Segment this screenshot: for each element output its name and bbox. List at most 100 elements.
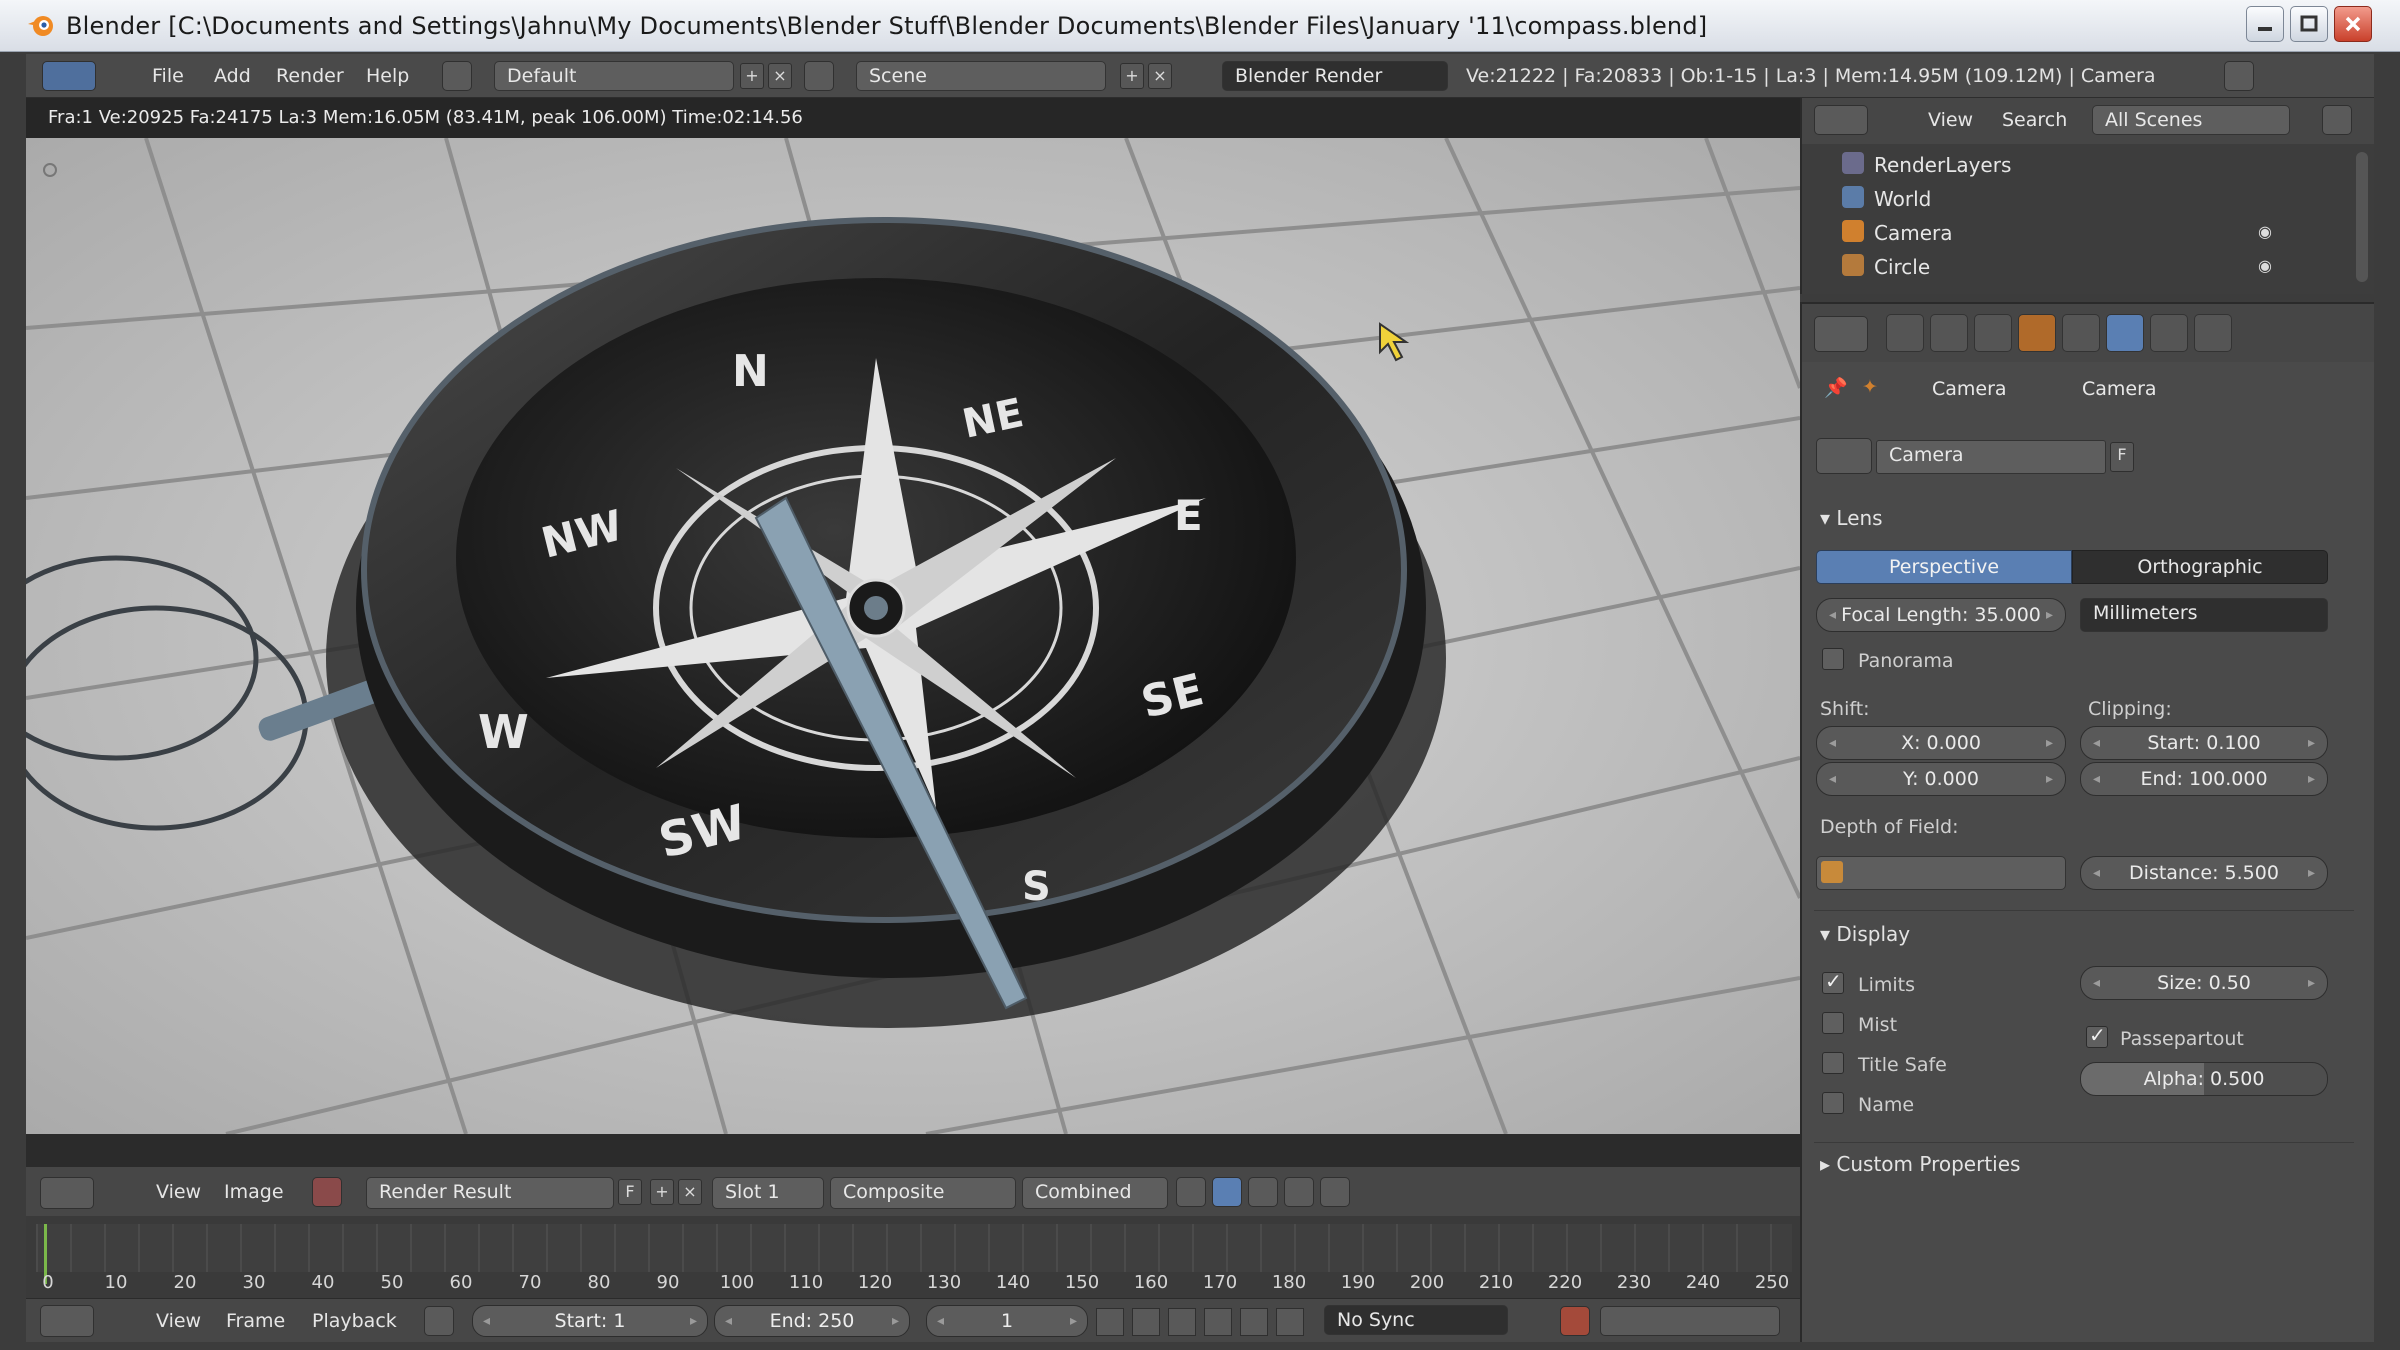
physics-tab-icon[interactable] [2194, 314, 2232, 352]
render-engine-select[interactable]: Blender Render [1222, 61, 1448, 91]
outliner-scrollbar[interactable] [2356, 152, 2368, 282]
texture-tab-icon[interactable] [2150, 314, 2188, 352]
clip-start-field[interactable]: ◂ Start: 0.100 ▸ [2080, 726, 2328, 760]
image-name-field[interactable]: Render Result [366, 1177, 614, 1209]
remove-screen-button[interactable]: × [768, 63, 792, 89]
menu-frame[interactable]: Frame [226, 1310, 285, 1332]
close-button[interactable] [2334, 6, 2372, 42]
jump-start-button[interactable] [1096, 1308, 1124, 1336]
outliner-display-mode-select[interactable]: All Scenes [2092, 105, 2290, 135]
editor-type-timeline-icon[interactable] [40, 1305, 94, 1337]
menu-view[interactable]: View [156, 1310, 201, 1332]
menu-view[interactable]: View [1928, 109, 1973, 131]
camera-fake-user-button[interactable]: F [2110, 442, 2134, 472]
keying-set-field[interactable] [1600, 1306, 1780, 1336]
focal-length-label: Focal Length: 35.000 [1841, 604, 2041, 626]
screen-layout-select[interactable]: Default [494, 61, 734, 91]
editor-type-outliner-icon[interactable] [1814, 105, 1868, 135]
add-screen-button[interactable]: + [740, 63, 764, 89]
image-browse-icon[interactable] [312, 1177, 342, 1207]
maximize-button[interactable] [2290, 6, 2328, 42]
image-new-button[interactable]: + [650, 1179, 674, 1205]
sample-tool-icon[interactable] [1248, 1177, 1278, 1207]
camera-datablock-field[interactable]: Camera [1876, 440, 2106, 474]
mist-checkbox[interactable] [1822, 1012, 1844, 1034]
image-fake-user-button[interactable]: F [618, 1179, 642, 1205]
menu-search[interactable]: Search [2002, 109, 2067, 131]
render-layer-select[interactable]: Composite [830, 1177, 1016, 1209]
menu-playback[interactable]: Playback [312, 1310, 397, 1332]
passepartout-checkbox[interactable] [2086, 1023, 2108, 1048]
visibility-toggles[interactable]: ◉ ◉ [2258, 216, 2348, 276]
display-panel-header[interactable]: ▾ Display [1820, 922, 1910, 946]
image-unlink-button[interactable]: × [678, 1179, 702, 1205]
limits-checkbox[interactable] [1822, 969, 1844, 994]
pin-icon[interactable]: 📌 [1824, 376, 1848, 399]
editor-type-info-icon[interactable] [42, 61, 96, 91]
jump-next-keyframe-button[interactable] [1240, 1308, 1268, 1336]
paint-tool-icon[interactable] [1284, 1177, 1314, 1207]
shift-y-label: Y: 0.000 [1903, 768, 1979, 790]
title-safe-checkbox[interactable] [1822, 1052, 1844, 1074]
object-tab-icon[interactable] [2018, 314, 2056, 352]
render-pass-select[interactable]: Combined [1022, 1177, 1168, 1209]
jump-prev-keyframe-button[interactable] [1132, 1308, 1160, 1336]
clip-end-field[interactable]: ◂ End: 100.000 ▸ [2080, 762, 2328, 796]
menu-help[interactable]: Help [366, 65, 409, 87]
jump-end-button[interactable] [1276, 1308, 1304, 1336]
pin-image-icon[interactable] [1320, 1177, 1350, 1207]
camera-datablock-icon[interactable] [1816, 438, 1872, 474]
frame-end-field[interactable]: ◂ End: 250 ▸ [714, 1305, 910, 1337]
render-result-viewport[interactable]: N NE E SE S SW W NW [26, 138, 1800, 1134]
play-reverse-button[interactable] [1168, 1308, 1196, 1336]
minimize-button[interactable] [2246, 6, 2284, 42]
menu-add[interactable]: Add [214, 65, 251, 87]
add-scene-button[interactable]: + [1120, 63, 1144, 89]
timeline-area[interactable]: 0 10 20 30 40 50 60 70 80 90 100 110 120… [26, 1216, 1800, 1298]
display-channels-icon[interactable] [1212, 1177, 1242, 1207]
frame-start-field[interactable]: ◂ Start: 1 ▸ [472, 1305, 708, 1337]
passepartout-alpha-slider[interactable]: Alpha: 0.500 [2080, 1062, 2328, 1096]
screen-layout-icon[interactable] [442, 61, 472, 91]
timeline-ruler: 0 10 20 30 40 50 60 70 80 90 100 110 120… [26, 1266, 1800, 1298]
panorama-checkbox[interactable] [1822, 648, 1844, 670]
record-keyframe-icon[interactable] [1560, 1306, 1590, 1336]
eye-icon[interactable]: ◉ [2258, 256, 2272, 275]
perspective-tab[interactable]: Perspective [1816, 550, 2072, 584]
eye-icon[interactable]: ◉ [2258, 222, 2272, 241]
scene-select[interactable]: Scene [856, 61, 1106, 91]
sync-mode-select[interactable]: No Sync [1324, 1305, 1508, 1335]
dof-distance-field[interactable]: ◂ Distance: 5.500 ▸ [2080, 856, 2328, 890]
scene-icon[interactable] [804, 61, 834, 91]
play-button[interactable] [1204, 1308, 1232, 1336]
focal-length-field[interactable]: ◂ Focal Length: 35.000 ▸ [1816, 598, 2066, 632]
editor-type-image-icon[interactable] [40, 1177, 94, 1209]
name-checkbox[interactable] [1822, 1092, 1844, 1114]
lens-units-select[interactable]: Millimeters [2080, 598, 2328, 632]
editor-type-properties-icon[interactable] [1814, 316, 1868, 352]
render-tab-icon[interactable] [1886, 314, 1924, 352]
custom-properties-panel-header[interactable]: ▸ Custom Properties [1820, 1152, 2020, 1176]
orthographic-tab[interactable]: Orthographic [2072, 550, 2328, 584]
lens-panel-header[interactable]: ▾ Lens [1820, 506, 1883, 530]
slot-select[interactable]: Slot 1 [712, 1177, 824, 1209]
menu-view[interactable]: View [156, 1181, 201, 1203]
menu-image[interactable]: Image [224, 1181, 284, 1203]
menu-render[interactable]: Render [276, 65, 344, 87]
world-tab-icon[interactable] [1974, 314, 2012, 352]
camera-data-tab-icon[interactable] [2106, 314, 2144, 352]
shift-x-field[interactable]: ◂ X: 0.000 ▸ [1816, 726, 2066, 760]
shift-y-field[interactable]: ◂ Y: 0.000 ▸ [1816, 762, 2066, 796]
scene-tab-icon[interactable] [1930, 314, 1968, 352]
preview-range-icon[interactable] [424, 1306, 454, 1336]
fullscreen-toggle-icon[interactable] [2224, 61, 2254, 91]
remove-scene-button[interactable]: × [1148, 63, 1172, 89]
display-size-field[interactable]: ◂ Size: 0.50 ▸ [2080, 966, 2328, 1000]
current-frame-field[interactable]: ◂ 1 ▸ [926, 1305, 1088, 1337]
timeline-track[interactable] [36, 1224, 1792, 1272]
constraints-tab-icon[interactable] [2062, 314, 2100, 352]
outliner-search-icon[interactable] [2322, 105, 2352, 135]
dof-object-field[interactable] [1816, 856, 2066, 890]
display-alpha-icon[interactable] [1176, 1177, 1206, 1207]
menu-file[interactable]: File [152, 65, 184, 87]
